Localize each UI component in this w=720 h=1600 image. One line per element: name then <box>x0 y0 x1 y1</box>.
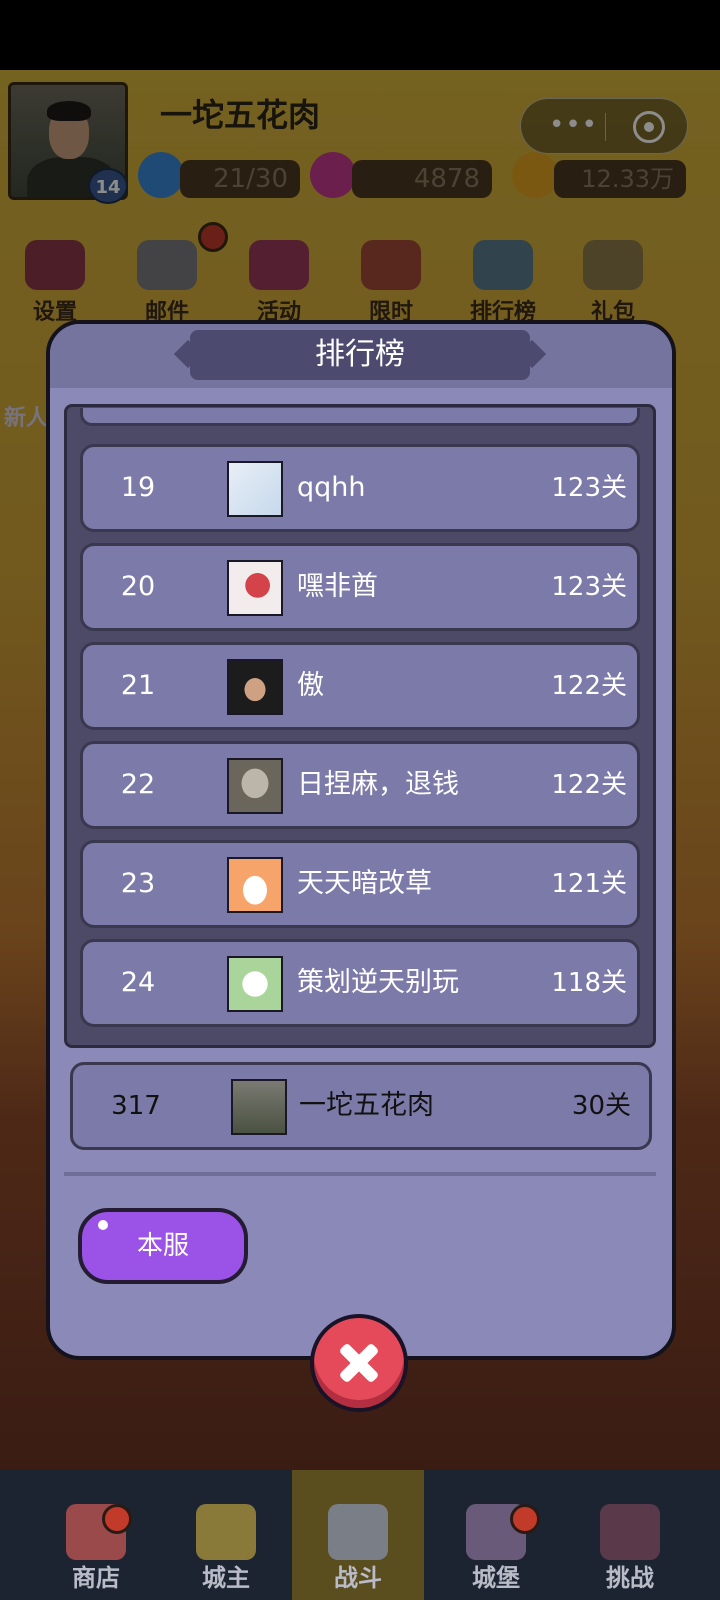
close-button[interactable] <box>310 1314 408 1412</box>
avatar <box>227 956 283 1012</box>
list-item[interactable]: 23 天天暗改草 121关 <box>80 840 640 928</box>
stage-count: 122关 <box>551 770 627 800</box>
my-stage-count: 30关 <box>571 1091 631 1121</box>
player-name: 天天暗改草 <box>297 868 432 899</box>
nav-label: 城主 <box>202 1564 250 1592</box>
nav-lord[interactable]: 城主 <box>160 1470 292 1600</box>
nav-shop[interactable]: 商店 <box>30 1470 162 1600</box>
list-item[interactable]: 22 日捏麻，退钱 122关 <box>80 741 640 829</box>
nav-label: 战斗 <box>334 1564 382 1592</box>
list-item <box>80 408 640 426</box>
panel-title: 排行榜 <box>315 337 405 372</box>
rank-number: 20 <box>120 571 156 602</box>
player-name: 傲 <box>297 670 324 701</box>
avatar <box>227 659 283 715</box>
nav-label: 城堡 <box>472 1564 520 1592</box>
avatar <box>227 758 283 814</box>
stage-count: 121关 <box>551 869 627 899</box>
player-name: qqhh <box>297 472 366 503</box>
player-name: 日捏麻，退钱 <box>297 769 459 800</box>
player-name: 策划逆天别玩 <box>297 967 459 998</box>
leaderboard-list[interactable]: 19 qqhh 123关 20 嘿非酋 123关 21 傲 122关 22 日捏… <box>74 408 646 1044</box>
nav-label: 挑战 <box>606 1564 654 1592</box>
crossed-swords-icon <box>328 1504 388 1560</box>
nav-label: 商店 <box>72 1564 120 1592</box>
crown-icon <box>196 1504 256 1560</box>
bottom-nav: 商店 城主 战斗 城堡 挑战 <box>0 1470 720 1600</box>
shop-notification-dot <box>102 1504 132 1534</box>
player-name: 嘿非酋 <box>297 571 378 602</box>
my-player-name: 一坨五花肉 <box>299 1090 434 1121</box>
my-avatar <box>231 1079 287 1135</box>
rank-number: 22 <box>120 769 156 800</box>
nav-battle[interactable]: 战斗 <box>292 1470 424 1600</box>
my-rank-row: 317 一坨五花肉 30关 <box>70 1062 652 1150</box>
nav-challenge[interactable]: 挑战 <box>564 1470 696 1600</box>
stage-count: 118关 <box>551 968 627 998</box>
server-tab-button[interactable]: 本服 <box>78 1208 248 1284</box>
status-bar <box>0 0 720 70</box>
avatar <box>227 857 283 913</box>
list-item[interactable]: 19 qqhh 123关 <box>80 444 640 532</box>
divider <box>64 1172 656 1176</box>
castle-notification-dot <box>510 1504 540 1534</box>
rank-number: 19 <box>120 472 156 503</box>
stage-count: 122关 <box>551 671 627 701</box>
my-rank-number: 317 <box>111 1091 161 1121</box>
rank-number: 24 <box>120 967 156 998</box>
rank-number: 23 <box>120 868 156 899</box>
avatar <box>227 461 283 517</box>
stage-count: 123关 <box>551 572 627 602</box>
stage-count: 123关 <box>551 473 627 503</box>
nav-castle[interactable]: 城堡 <box>430 1470 562 1600</box>
list-item[interactable]: 21 傲 122关 <box>80 642 640 730</box>
list-item[interactable]: 20 嘿非酋 123关 <box>80 543 640 631</box>
list-item[interactable]: 24 策划逆天别玩 118关 <box>80 939 640 1027</box>
avatar <box>227 560 283 616</box>
rank-number: 21 <box>120 670 156 701</box>
demon-icon <box>600 1504 660 1560</box>
